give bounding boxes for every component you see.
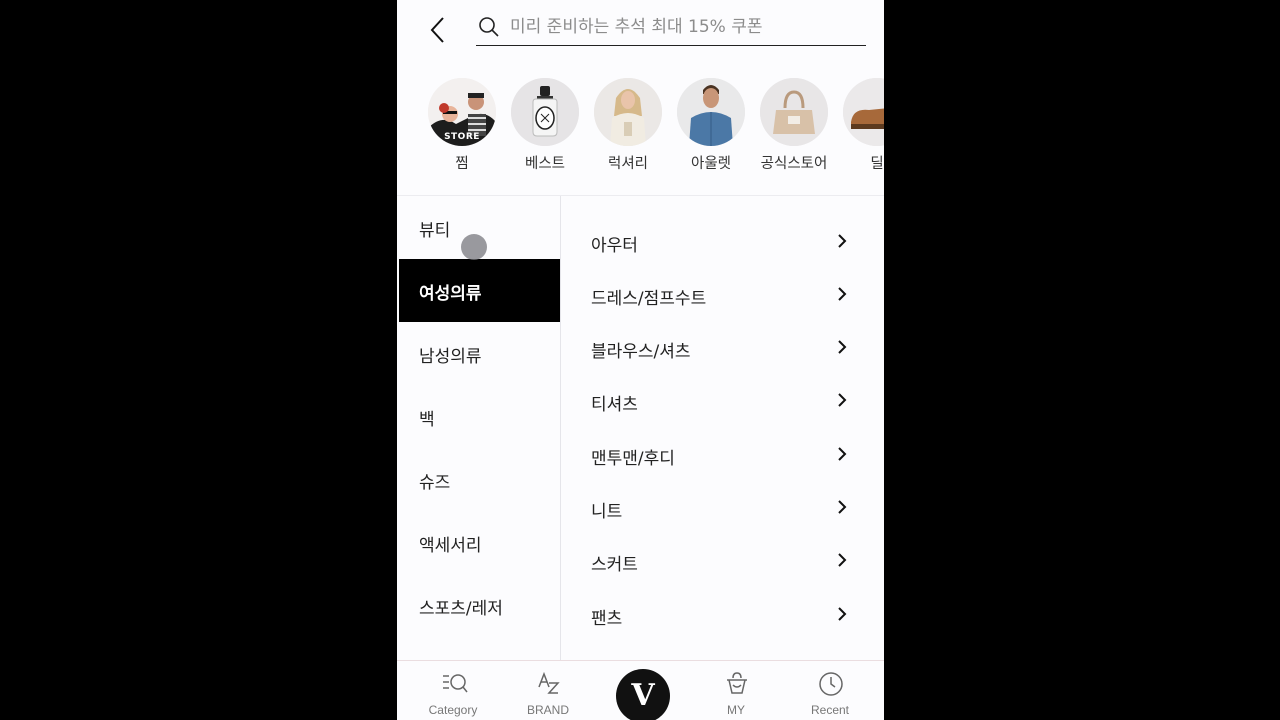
chevron-right-icon	[838, 393, 847, 407]
sub-category-label: 아우터	[591, 236, 638, 256]
store-tag: STORE	[444, 132, 480, 142]
handbag-photo-icon	[760, 78, 828, 146]
sub-category-item[interactable]: 티셔츠	[561, 373, 884, 426]
sub-category-label: 스커트	[591, 555, 638, 575]
shortcut-label: 럭셔리	[607, 156, 649, 172]
shortcut-wishlist[interactable]: STORE 찜	[422, 78, 502, 173]
main-category-label: 스포츠/레저	[419, 599, 503, 619]
sub-category-item[interactable]: 블라우스/셔츠	[561, 320, 884, 373]
search-input[interactable]	[510, 14, 860, 40]
sub-category-list: 아우터 드레스/점프수트 블라우스/셔츠 티셔츠 맨투맨/후디 니트 스커트 팬…	[560, 196, 884, 660]
shortcut-deal[interactable]: 딜	[837, 78, 884, 173]
main-category-mens-clothing[interactable]: 남성의류	[399, 322, 560, 385]
back-button[interactable]	[425, 14, 453, 46]
shortcut-label: 딜	[870, 156, 884, 172]
sub-category-label: 니트	[591, 502, 623, 522]
az-brand-icon	[538, 671, 560, 694]
main-category-accessories[interactable]: 액세서리	[399, 511, 560, 574]
chevron-right-icon	[838, 287, 847, 301]
bottom-navigation: Category BRAND V MY Recent	[397, 661, 884, 720]
nav-brand[interactable]: BRAND	[503, 661, 593, 720]
chevron-right-icon	[838, 553, 847, 567]
sub-category-item[interactable]: 스커트	[561, 533, 884, 586]
shortcut-label: 찜	[455, 156, 469, 172]
shortcut-best[interactable]: 베스트	[505, 78, 585, 173]
sub-category-label: 맨투맨/후디	[591, 449, 675, 469]
main-category-shoes[interactable]: 슈즈	[399, 448, 560, 511]
shortcut-luxury[interactable]: 럭셔리	[588, 78, 668, 173]
man-model-photo-icon	[677, 78, 745, 146]
main-category-sports-leisure[interactable]: 스포츠/레저	[399, 574, 560, 637]
sub-category-item[interactable]: 드레스/점프수트	[561, 267, 884, 320]
shortcut-label: 공식스토어	[760, 156, 828, 172]
chevron-right-icon	[838, 234, 847, 248]
search-icon	[479, 17, 499, 37]
chevron-right-icon	[838, 340, 847, 354]
chevron-right-icon	[838, 607, 847, 621]
sub-category-label: 팬츠	[591, 609, 623, 629]
home-button[interactable]: V	[616, 669, 670, 720]
main-category-label: 남성의류	[419, 347, 482, 367]
main-category-label: 슈즈	[419, 473, 451, 493]
sub-category-label: 블라우스/셔츠	[591, 342, 691, 362]
sub-category-label: 티셔츠	[591, 395, 638, 415]
main-category-label: 액세서리	[419, 536, 482, 556]
header	[397, 0, 884, 60]
chevron-left-icon	[430, 17, 444, 43]
shortcut-official-store[interactable]: 공식스토어	[754, 78, 834, 173]
category-search-icon	[443, 674, 468, 693]
sub-category-item[interactable]: 팬츠	[561, 587, 884, 640]
shortcut-carousel[interactable]: STORE 찜 베스트 럭셔리 아울렛 공식스토어 딜	[397, 62, 884, 190]
main-category-list: 뷰티 여성의류 남성의류 백 슈즈 액세서리 스포츠/레저	[397, 196, 560, 660]
people-photo-icon: STORE	[428, 78, 496, 146]
clock-icon	[819, 672, 843, 696]
woman-model-photo-icon	[594, 78, 662, 146]
main-category-womens-clothing[interactable]: 여성의류	[399, 259, 560, 322]
nav-recent[interactable]: Recent	[785, 661, 875, 720]
nav-category[interactable]: Category	[408, 661, 498, 720]
chevron-right-icon	[838, 447, 847, 461]
shopping-bag-icon	[727, 672, 747, 694]
touch-indicator	[461, 234, 487, 260]
app-screen: STORE 찜 베스트	[397, 0, 884, 720]
shortcut-outlet[interactable]: 아울렛	[671, 78, 751, 173]
perfume-bottle-photo-icon	[511, 78, 579, 146]
nav-label: Recent	[810, 703, 850, 717]
sub-category-item[interactable]: 맨투맨/후디	[561, 427, 884, 480]
nav-my[interactable]: MY	[691, 661, 781, 720]
main-category-label: 뷰티	[419, 221, 451, 241]
sub-category-item[interactable]: 아우터	[561, 214, 884, 267]
sub-category-item[interactable]: 니트	[561, 480, 884, 533]
shortcut-label: 베스트	[524, 156, 566, 172]
main-category-label: 여성의류	[419, 284, 482, 304]
main-category-bags[interactable]: 백	[399, 385, 560, 448]
main-category-label: 백	[419, 410, 435, 430]
home-logo: V	[631, 678, 655, 713]
nav-label: MY	[727, 703, 745, 717]
nav-label: BRAND	[526, 703, 569, 717]
nav-label: Category	[428, 703, 478, 717]
chevron-right-icon	[838, 500, 847, 514]
sub-category-label: 드레스/점프수트	[591, 289, 707, 309]
shoe-photo-icon	[843, 78, 884, 146]
shortcut-label: 아울렛	[690, 156, 732, 172]
search-bar[interactable]	[476, 10, 866, 46]
